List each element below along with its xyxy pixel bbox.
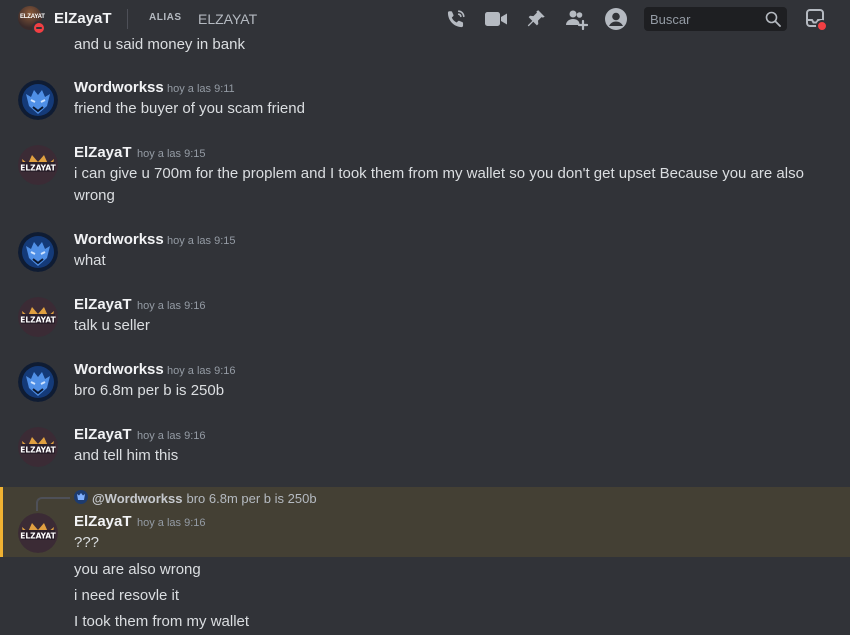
pin-icon[interactable]: [524, 8, 548, 30]
avatar-text: ELZAYAT: [20, 532, 56, 541]
avatar-text: ELZAYAT: [20, 446, 56, 455]
avatar-elzayat[interactable]: ELZAYAT: [18, 513, 58, 553]
message-timestamp: hoy a las 9:16: [137, 300, 206, 312]
message-author[interactable]: ElZayaT: [74, 426, 132, 443]
message-content: and tell him this: [74, 447, 179, 464]
channel-header: ELZAYAT ElZayaT ALIAS ELZAYAT Buscar: [0, 0, 850, 38]
message-author[interactable]: ElZayaT: [74, 296, 132, 313]
message-content: friend the buyer of you scam friend: [74, 100, 305, 117]
message-content: what: [74, 252, 106, 269]
message-followup: you are also wrong: [74, 561, 201, 578]
video-camera-icon[interactable]: [484, 8, 508, 30]
search-icon: [765, 11, 781, 32]
message-author[interactable]: Wordworkss: [74, 231, 164, 248]
message-author[interactable]: Wordworkss: [74, 361, 164, 378]
message-timestamp: hoy a las 9:16: [137, 430, 206, 442]
reply-text: bro 6.8m per b is 250b: [186, 491, 317, 506]
add-friend-icon[interactable]: [564, 8, 588, 30]
message-content-partial: and u said money in bank: [74, 38, 245, 53]
message-author[interactable]: ElZayaT: [74, 513, 132, 530]
avatar-elzayat[interactable]: ELZAYAT: [18, 297, 58, 337]
message-timestamp: hoy a las 9:15: [137, 148, 206, 160]
message-author[interactable]: Wordworkss: [74, 79, 164, 96]
message-timestamp: hoy a las 9:11: [167, 83, 235, 95]
message-author[interactable]: ElZayaT: [74, 144, 132, 161]
message-content: talk u seller: [74, 317, 150, 334]
unread-badge: [816, 20, 828, 32]
dm-user-name[interactable]: ElZayaT: [54, 10, 112, 27]
avatar-text: ELZAYAT: [20, 316, 56, 325]
avatar-elzayat[interactable]: ELZAYAT: [18, 145, 58, 185]
alias-label: ALIAS: [149, 12, 182, 23]
message-timestamp: hoy a las 9:16: [137, 517, 206, 529]
alias-value: ELZAYAT: [198, 11, 258, 27]
reply-connector: [36, 497, 70, 511]
message-followup: i need resovle it: [74, 587, 180, 604]
avatar-wordworkss[interactable]: [18, 80, 58, 120]
message-timestamp: hoy a las 9:16: [167, 365, 236, 377]
search-input[interactable]: Buscar: [644, 7, 787, 31]
reply-reference[interactable]: @Wordworkss bro 6.8m per b is 250b: [74, 490, 317, 507]
message-content: ???: [74, 534, 100, 551]
header-divider: [127, 9, 128, 29]
user-profile-icon[interactable]: [604, 8, 628, 30]
message-content: i can give u 700m for the proplem and I …: [74, 165, 804, 204]
phone-call-icon[interactable]: [444, 8, 468, 30]
dnd-status-icon: [32, 21, 46, 35]
avatar-elzayat[interactable]: ELZAYAT: [18, 427, 58, 467]
avatar-text: ELZAYAT: [20, 164, 56, 173]
avatar-wordworkss[interactable]: [18, 362, 58, 402]
message-followup: I took them from my wallet: [74, 613, 250, 630]
reply-avatar-icon: [74, 490, 88, 507]
message-list[interactable]: and u said money in bank Wordworkss hoy …: [0, 38, 850, 635]
reply-author[interactable]: @Wordworkss: [92, 491, 182, 506]
message-timestamp: hoy a las 9:15: [167, 235, 236, 247]
avatar-wordworkss[interactable]: [18, 232, 58, 272]
message-content: bro 6.8m per b is 250b: [74, 382, 225, 399]
